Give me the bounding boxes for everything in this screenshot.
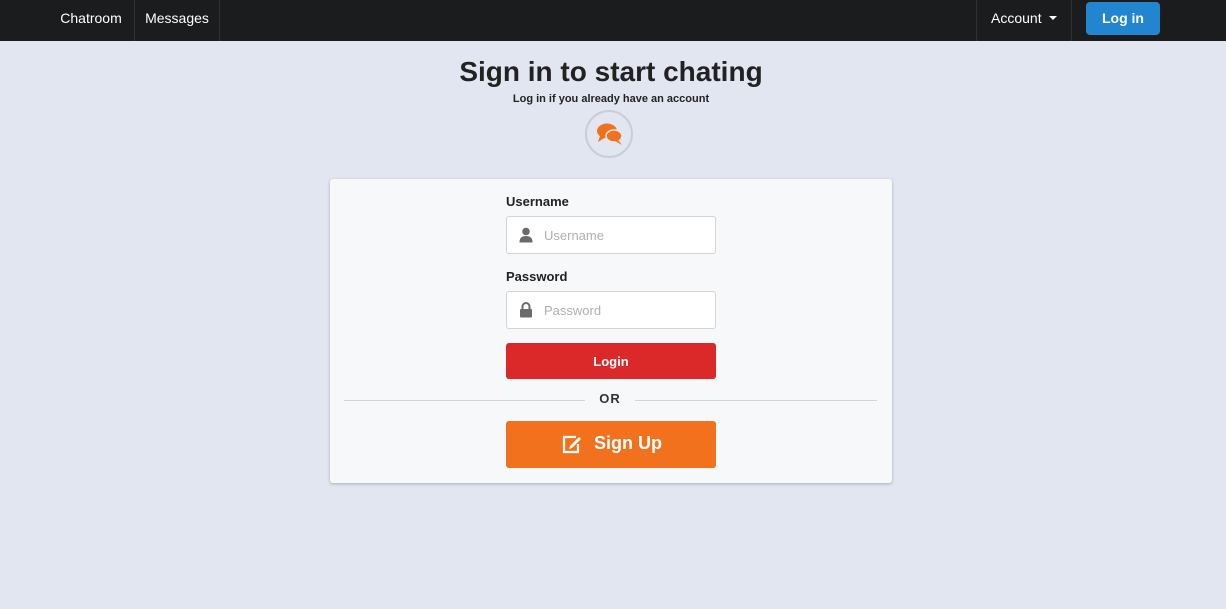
username-input[interactable] bbox=[543, 217, 712, 253]
chat-logo bbox=[585, 110, 633, 158]
divider-line-left bbox=[344, 400, 585, 401]
password-label: Password bbox=[506, 269, 568, 284]
password-field[interactable] bbox=[506, 291, 716, 329]
nav-item-messages[interactable]: Messages bbox=[135, 0, 220, 41]
signup-button[interactable]: Sign Up bbox=[506, 421, 716, 468]
page-title: Sign in to start chating bbox=[459, 56, 763, 87]
edit-icon bbox=[562, 435, 581, 454]
user-icon bbox=[519, 227, 533, 243]
divider-line-right bbox=[635, 400, 877, 401]
password-input[interactable] bbox=[543, 292, 712, 328]
nav-item-chatroom-label: Chatroom bbox=[60, 10, 122, 26]
login-button[interactable]: Login bbox=[506, 343, 716, 379]
account-dropdown-label: Account bbox=[991, 10, 1042, 26]
signup-button-label: Sign Up bbox=[594, 433, 662, 453]
nav-item-chatroom[interactable]: Chatroom bbox=[48, 0, 135, 41]
login-card: Username Password Login OR Sign Up bbox=[330, 179, 892, 483]
nav-login-button[interactable]: Log in bbox=[1086, 2, 1160, 35]
lock-icon bbox=[520, 302, 532, 318]
chat-bubbles-icon bbox=[597, 123, 623, 145]
top-navbar: Chatroom Messages Account Log in bbox=[0, 0, 1226, 41]
account-dropdown[interactable]: Account bbox=[976, 0, 1072, 41]
caret-down-icon bbox=[1049, 16, 1057, 20]
username-field[interactable] bbox=[506, 216, 716, 254]
page-subtitle: Log in if you already have an account bbox=[512, 93, 710, 105]
nav-item-messages-label: Messages bbox=[145, 10, 209, 26]
or-divider: OR bbox=[599, 391, 621, 406]
username-label: Username bbox=[506, 194, 569, 209]
